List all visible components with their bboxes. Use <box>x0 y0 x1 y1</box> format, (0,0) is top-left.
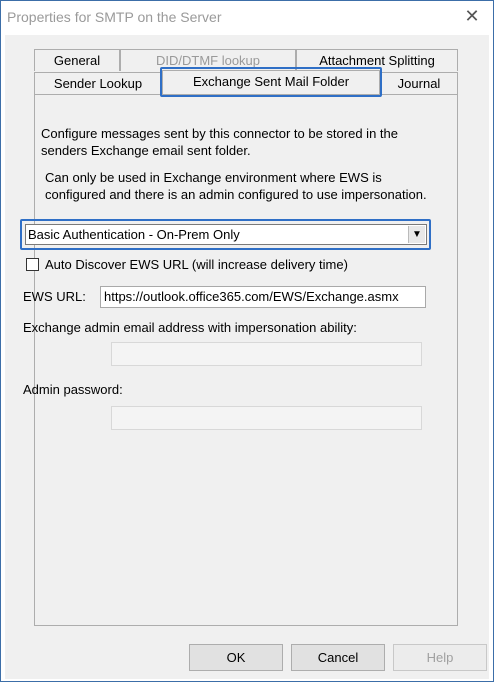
tab-general[interactable]: General <box>34 49 120 71</box>
admin-password-label: Admin password: <box>23 382 123 397</box>
tab-sender-lookup[interactable]: Sender Lookup <box>34 72 162 94</box>
autodiscover-checkbox[interactable] <box>26 258 39 271</box>
authentication-select-value: Basic Authentication - On-Prem Only <box>28 227 240 242</box>
window-title: Properties for SMTP on the Server <box>7 9 222 25</box>
admin-password-input[interactable] <box>111 406 422 430</box>
close-icon[interactable]: ✕ <box>461 5 483 27</box>
title-bar: Properties for SMTP on the Server ✕ <box>1 1 493 33</box>
tab-attachment-splitting[interactable]: Attachment Splitting <box>296 49 458 71</box>
tab-exchange-sent-mail-folder[interactable]: Exchange Sent Mail Folder <box>162 70 380 94</box>
chevron-down-icon[interactable]: ▼ <box>408 226 425 243</box>
ok-button[interactable]: OK <box>189 644 283 671</box>
authentication-select[interactable]: Basic Authentication - On-Prem Only ▼ <box>25 224 427 245</box>
description-line-2: senders Exchange email sent folder. <box>41 143 251 158</box>
admin-email-input[interactable] <box>111 342 422 366</box>
properties-dialog: Properties for SMTP on the Server ✕ Gene… <box>0 0 494 682</box>
ews-url-input[interactable]: https://outlook.office365.com/EWS/Exchan… <box>100 286 426 308</box>
note-line-2: configured and there is an admin configu… <box>45 187 427 202</box>
description-line-1: Configure messages sent by this connecto… <box>41 126 398 141</box>
help-button: Help <box>393 644 487 671</box>
ews-url-label: EWS URL: <box>23 289 86 304</box>
tab-journal[interactable]: Journal <box>380 72 458 94</box>
admin-email-label: Exchange admin email address with impers… <box>23 320 357 335</box>
note-line-1: Can only be used in Exchange environment… <box>45 170 382 185</box>
cancel-button[interactable]: Cancel <box>291 644 385 671</box>
autodiscover-label: Auto Discover EWS URL (will increase del… <box>45 257 348 272</box>
tab-did-dtmf-lookup: DID/DTMF lookup <box>120 49 296 71</box>
